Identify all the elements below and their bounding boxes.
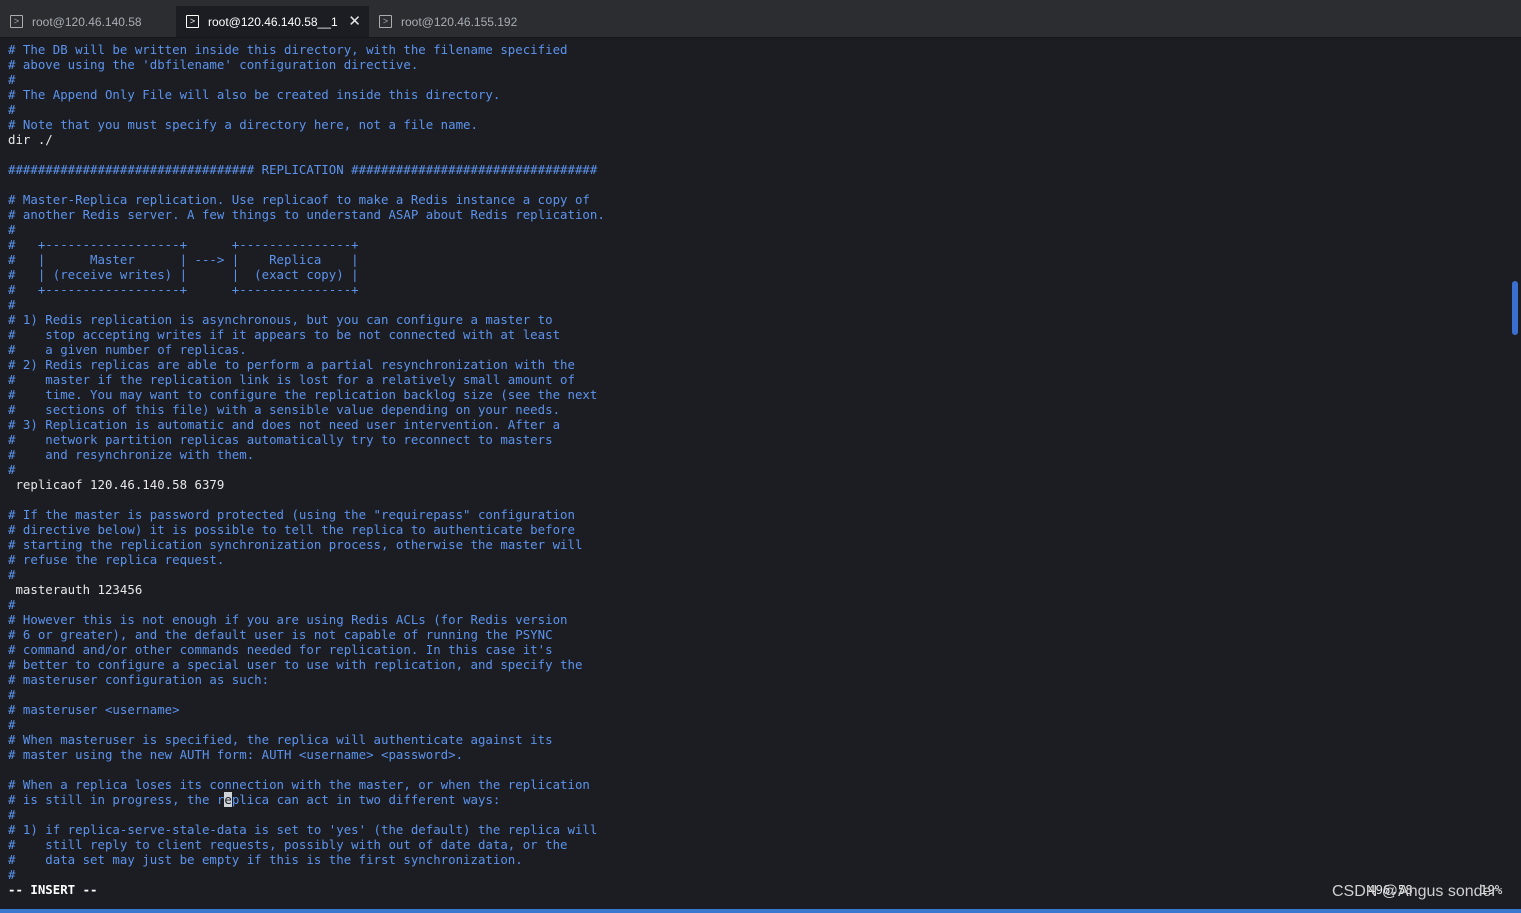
terminal-line: # +------------------+ +---------------+	[8, 282, 359, 297]
terminal-line: # 2) Redis replicas are able to perform …	[8, 357, 575, 372]
terminal-line: # another Redis server. A few things to …	[8, 207, 605, 222]
terminal-line: # refuse the replica request.	[8, 552, 225, 567]
terminal-icon: >	[10, 15, 23, 28]
tab-label: root@120.46.155.192	[401, 14, 518, 29]
terminal-line: # Master-Replica replication. Use replic…	[8, 192, 590, 207]
tab-label: root@120.46.140.58	[32, 14, 142, 29]
terminal-line: # 1) if replica-serve-stale-data is set …	[8, 822, 598, 837]
terminal-icon: >	[379, 15, 392, 28]
terminal-line: # above using the 'dbfilename' configura…	[8, 57, 419, 72]
terminal-line: # stop accepting writes if it appears to…	[8, 327, 561, 342]
terminal-line: masterauth 123456	[8, 582, 143, 597]
line-text: plica can act in two different ways:	[231, 792, 501, 807]
watermark: CSDN @Angus sonder	[1332, 883, 1497, 900]
close-tab-icon[interactable]: ✕	[348, 13, 361, 30]
terminal-line: # time. You may want to configure the re…	[8, 387, 598, 402]
terminal-line: # masteruser <username>	[8, 702, 180, 717]
terminal-line: ################################# REPLIC…	[8, 162, 598, 177]
terminal-line: #	[8, 462, 16, 477]
terminal-line: replicaof 120.46.140.58 6379	[8, 477, 225, 492]
tab-session-2[interactable]: > root@120.46.140.58__1 ✕	[176, 6, 369, 37]
terminal-line: #	[8, 297, 16, 312]
terminal-line: # When a replica loses its connection wi…	[8, 777, 590, 792]
tab-session-3[interactable]: > root@120.46.155.192	[369, 6, 549, 37]
terminal-line: #	[8, 717, 16, 732]
tab-bar: > root@120.46.140.58 > root@120.46.140.5…	[0, 0, 1521, 38]
terminal-line: # command and/or other commands needed f…	[8, 642, 553, 657]
scrollbar-thumb[interactable]	[1512, 281, 1518, 335]
terminal-line: # a given number of replicas.	[8, 342, 247, 357]
terminal-line: # is still in progress, the replica can …	[8, 792, 1501, 807]
terminal-line: #	[8, 72, 16, 87]
terminal-line: #	[8, 687, 16, 702]
terminal-output[interactable]: # The DB will be written inside this dir…	[8, 42, 1501, 893]
line-text: # is still in progress, the r	[8, 792, 225, 807]
terminal-line: #	[8, 567, 16, 582]
terminal-line: # masteruser configuration as such:	[8, 672, 270, 687]
terminal-line: #	[8, 597, 16, 612]
terminal-line: # master using the new AUTH form: AUTH <…	[8, 747, 464, 762]
terminal-line: # However this is not enough if you are …	[8, 612, 568, 627]
terminal-icon: >	[186, 15, 199, 28]
terminal-line: # 1) Redis replication is asynchronous, …	[8, 312, 553, 327]
bottom-accent-bar	[0, 909, 1521, 913]
terminal-line: #	[8, 807, 16, 822]
terminal-line: # The Append Only File will also be crea…	[8, 87, 501, 102]
terminal-line: # +------------------+ +---------------+	[8, 237, 359, 252]
terminal-line: # starting the replication synchronizati…	[8, 537, 583, 552]
terminal-line: # When masteruser is specified, the repl…	[8, 732, 553, 747]
vim-mode-indicator: -- INSERT --	[8, 882, 98, 897]
text-cursor: e	[224, 792, 232, 807]
terminal-line: # Note that you must specify a directory…	[8, 117, 478, 132]
terminal-line: # network partition replicas automatical…	[8, 432, 553, 447]
terminal-line: # | (receive writes) | | (exact copy) |	[8, 267, 359, 282]
terminal-line: # data set may just be empty if this is …	[8, 852, 523, 867]
terminal-line: # better to configure a special user to …	[8, 657, 583, 672]
terminal-line: # The DB will be written inside this dir…	[8, 42, 568, 57]
tab-label: root@120.46.140.58__1	[208, 14, 338, 29]
terminal-line: #	[8, 102, 16, 117]
terminal-line: # If the master is password protected (u…	[8, 507, 575, 522]
terminal-line: # master if the replication link is lost…	[8, 372, 575, 387]
terminal-line: #	[8, 222, 16, 237]
terminal-line: # still reply to client requests, possib…	[8, 837, 568, 852]
tab-session-1[interactable]: > root@120.46.140.58	[0, 6, 176, 37]
terminal-line: #	[8, 867, 16, 882]
terminal-line: # and resynchronize with them.	[8, 447, 255, 462]
terminal-line: # | Master | ---> | Replica |	[8, 252, 359, 267]
terminal-line: # sections of this file) with a sensible…	[8, 402, 561, 417]
terminal-line: # 6 or greater), and the default user is…	[8, 627, 553, 642]
terminal-line: # directive below) it is possible to tel…	[8, 522, 575, 537]
terminal-line: dir ./	[8, 132, 53, 147]
terminal-line: # 3) Replication is automatic and does n…	[8, 417, 561, 432]
